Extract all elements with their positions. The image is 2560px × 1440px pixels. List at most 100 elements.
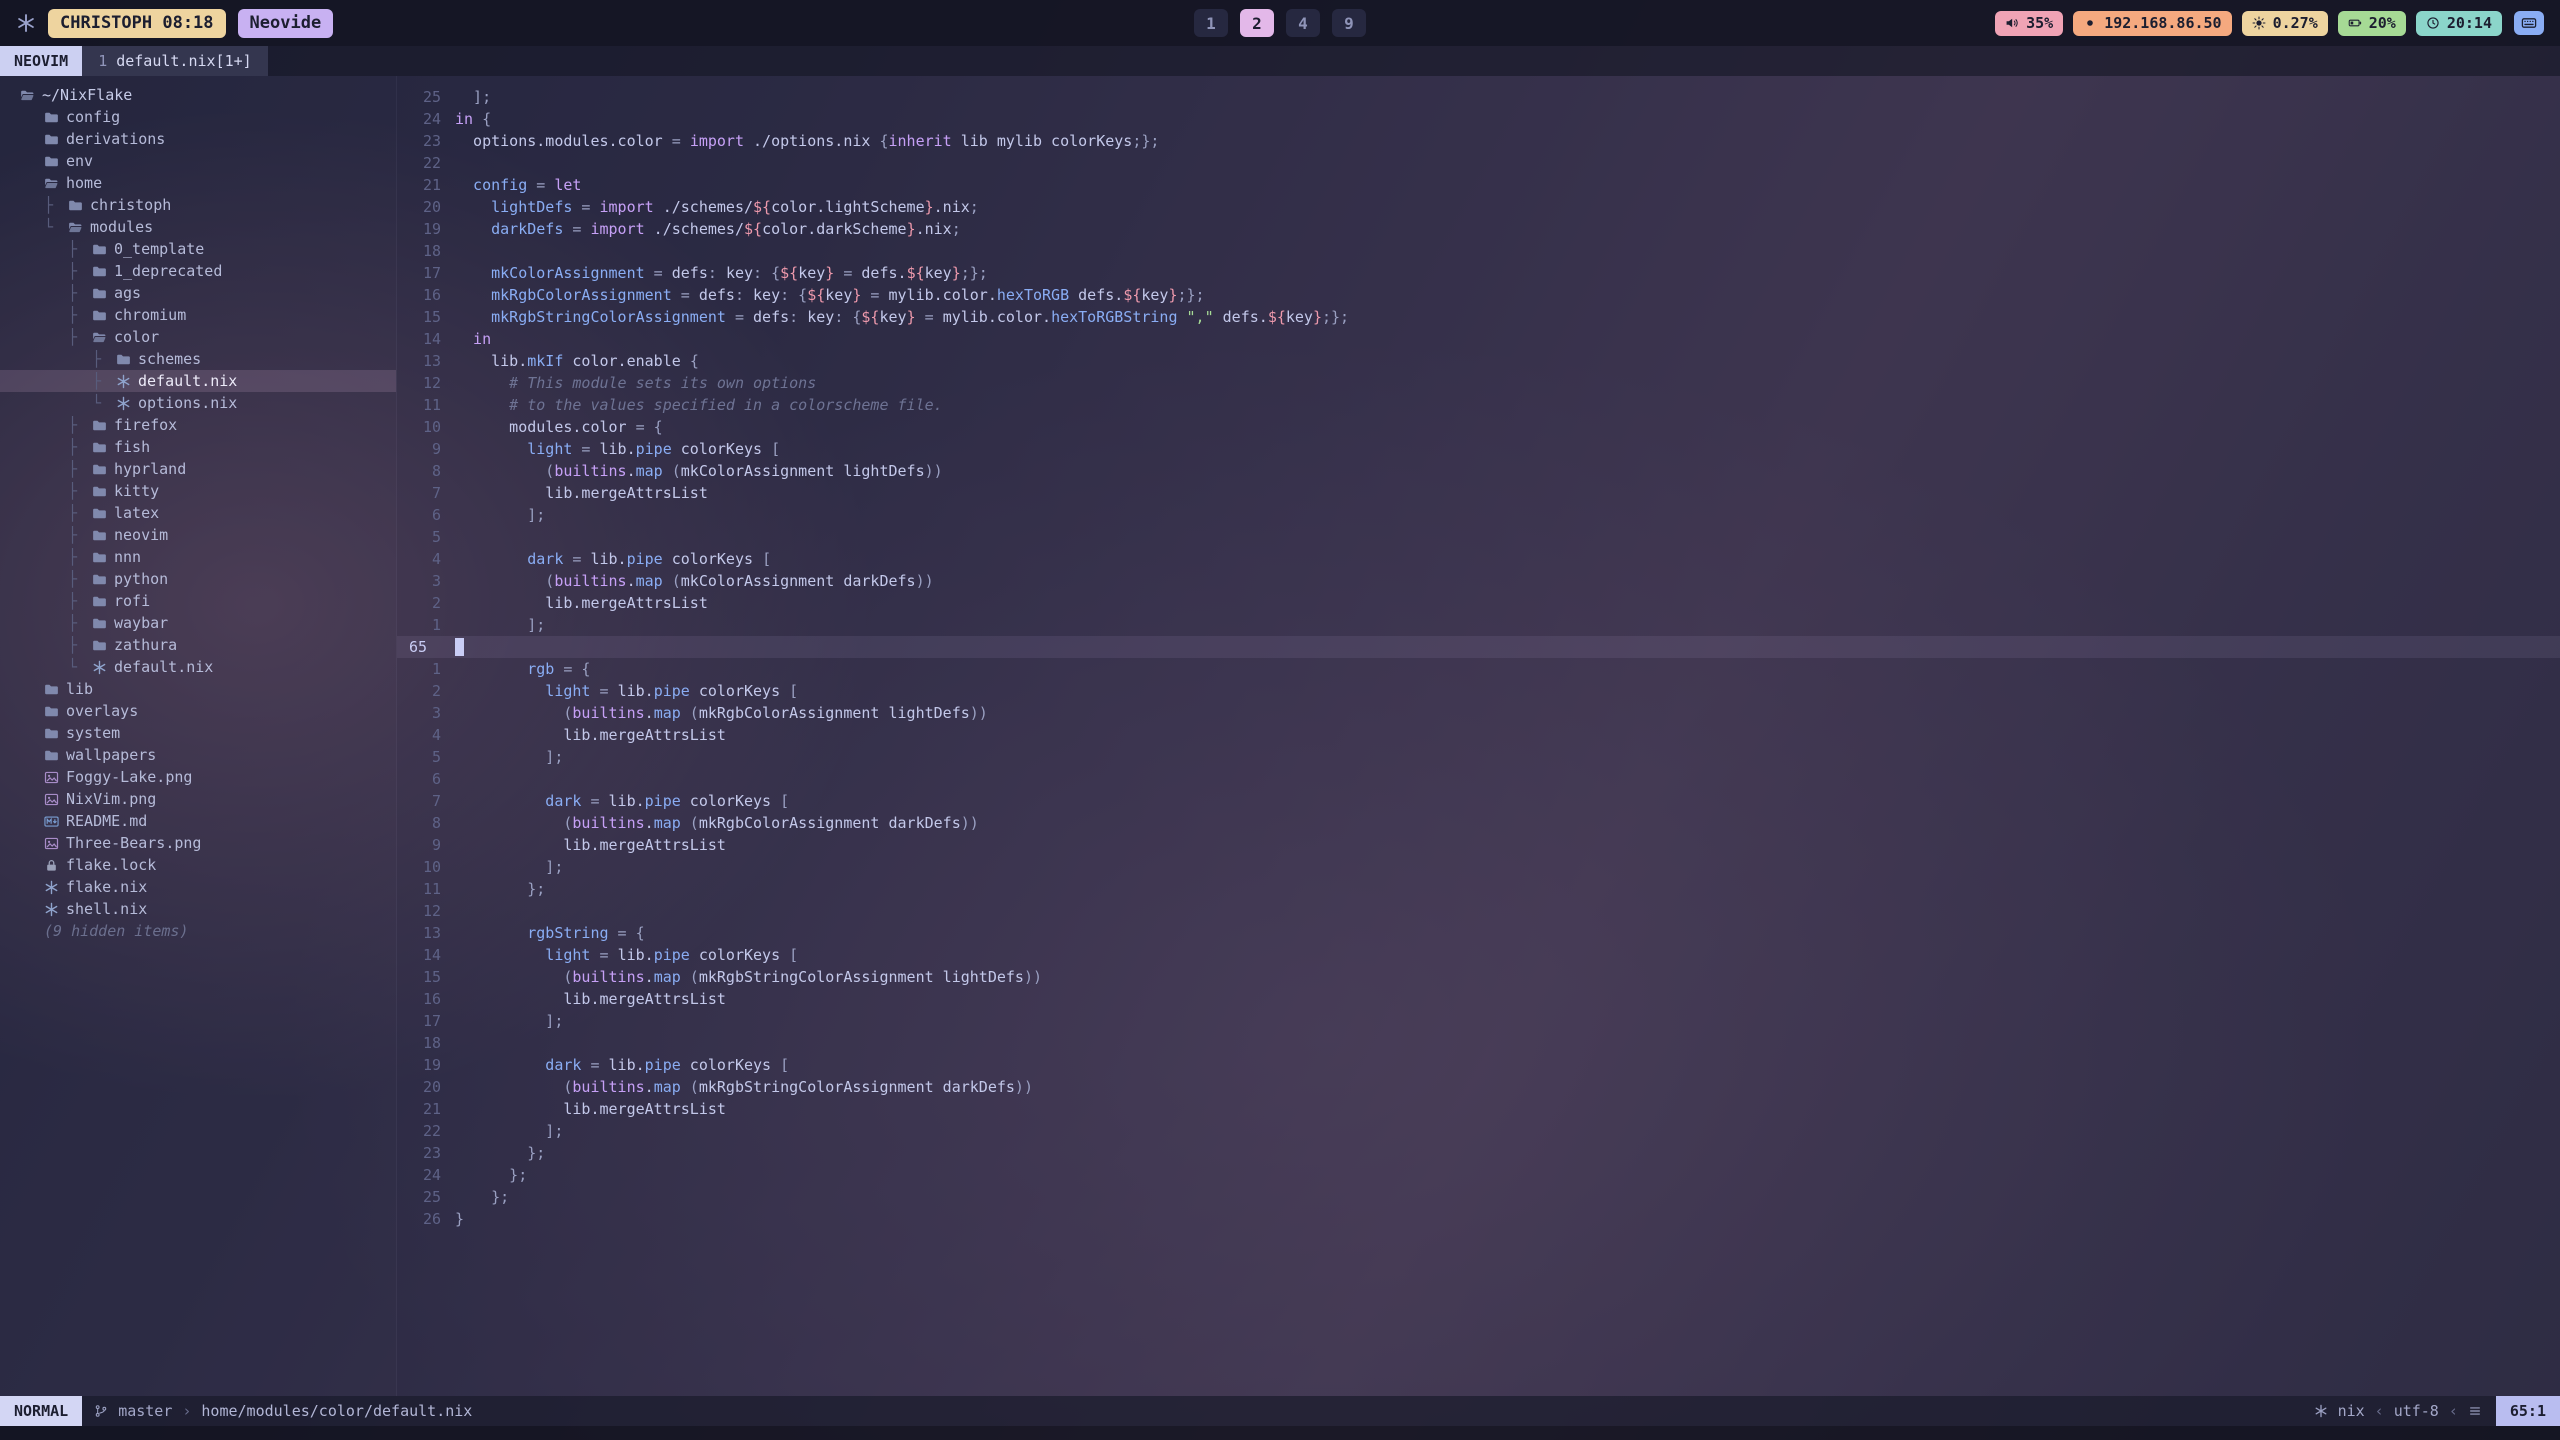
tree-item-config[interactable]: config bbox=[0, 106, 396, 128]
code-line[interactable]: 13 rgbString = { bbox=[397, 922, 2560, 944]
code-line[interactable]: 11 # to the values specified in a colors… bbox=[397, 394, 2560, 416]
code-line[interactable]: 2 light = lib.pipe colorKeys [ bbox=[397, 680, 2560, 702]
code-line[interactable]: 18 bbox=[397, 240, 2560, 262]
code-line[interactable]: 24in { bbox=[397, 108, 2560, 130]
code-line[interactable]: 25 ]; bbox=[397, 86, 2560, 108]
tree-item-0_template[interactable]: ├0_template bbox=[0, 238, 396, 260]
tree-item-chromium[interactable]: ├chromium bbox=[0, 304, 396, 326]
code-line[interactable]: 15 mkRgbStringColorAssignment = defs: ke… bbox=[397, 306, 2560, 328]
code-line[interactable]: 9 light = lib.pipe colorKeys [ bbox=[397, 438, 2560, 460]
status-badge-speaker[interactable]: 35% bbox=[1995, 11, 2063, 36]
tree-item-ags[interactable]: ├ags bbox=[0, 282, 396, 304]
tree-item-zathura[interactable]: ├zathura bbox=[0, 634, 396, 656]
tree-item-nixflake[interactable]: ~/NixFlake bbox=[0, 84, 396, 106]
tree-item-options.nix[interactable]: └options.nix bbox=[0, 392, 396, 414]
code-line[interactable]: 8 (builtins.map (mkRgbColorAssignment da… bbox=[397, 812, 2560, 834]
tree-item-lib[interactable]: lib bbox=[0, 678, 396, 700]
code-line[interactable]: 21 lib.mergeAttrsList bbox=[397, 1098, 2560, 1120]
code-line[interactable]: 18 bbox=[397, 1032, 2560, 1054]
status-badge-clock[interactable]: 20:14 bbox=[2416, 11, 2502, 36]
code-line[interactable]: 22 ]; bbox=[397, 1120, 2560, 1142]
workspace-button-9[interactable]: 9 bbox=[1332, 9, 1366, 37]
tree-item-1_deprecated[interactable]: ├1_deprecated bbox=[0, 260, 396, 282]
tree-item-fish[interactable]: ├fish bbox=[0, 436, 396, 458]
tree-item-wallpapers[interactable]: wallpapers bbox=[0, 744, 396, 766]
code-line[interactable]: 13 lib.mkIf color.enable { bbox=[397, 350, 2560, 372]
code-line[interactable]: 3 (builtins.map (mkRgbColorAssignment li… bbox=[397, 702, 2560, 724]
workspace-button-2[interactable]: 2 bbox=[1240, 9, 1274, 37]
code-line[interactable]: 12 # This module sets its own options bbox=[397, 372, 2560, 394]
code-line[interactable]: 17 mkColorAssignment = defs: key: {${key… bbox=[397, 262, 2560, 284]
workspace-button-1[interactable]: 1 bbox=[1194, 9, 1228, 37]
tree-item-python[interactable]: ├python bbox=[0, 568, 396, 590]
code-line[interactable]: 8 (builtins.map (mkColorAssignment light… bbox=[397, 460, 2560, 482]
code-line[interactable]: 3 (builtins.map (mkColorAssignment darkD… bbox=[397, 570, 2560, 592]
tree-item-overlays[interactable]: overlays bbox=[0, 700, 396, 722]
code-line[interactable]: 10 modules.color = { bbox=[397, 416, 2560, 438]
tree-item-color[interactable]: ├color bbox=[0, 326, 396, 348]
tree-item-three-bears.png[interactable]: Three-Bears.png bbox=[0, 832, 396, 854]
tree-item-nixvim.png[interactable]: NixVim.png bbox=[0, 788, 396, 810]
code-line[interactable]: 26} bbox=[397, 1208, 2560, 1230]
code-line[interactable]: 6 bbox=[397, 768, 2560, 790]
tree-item-rofi[interactable]: ├rofi bbox=[0, 590, 396, 612]
tree-item-derivations[interactable]: derivations bbox=[0, 128, 396, 150]
code-line[interactable]: 7 dark = lib.pipe colorKeys [ bbox=[397, 790, 2560, 812]
tree-item-env[interactable]: env bbox=[0, 150, 396, 172]
code-line-current[interactable]: 65 bbox=[397, 636, 2560, 658]
tree-item-hyprland[interactable]: ├hyprland bbox=[0, 458, 396, 480]
tree-item-waybar[interactable]: ├waybar bbox=[0, 612, 396, 634]
code-line[interactable]: 15 (builtins.map (mkRgbStringColorAssign… bbox=[397, 966, 2560, 988]
code-line[interactable]: 14 light = lib.pipe colorKeys [ bbox=[397, 944, 2560, 966]
tree-item-system[interactable]: system bbox=[0, 722, 396, 744]
code-line[interactable]: 5 ]; bbox=[397, 746, 2560, 768]
tree-item-modules[interactable]: └modules bbox=[0, 216, 396, 238]
code-line[interactable]: 19 darkDefs = import ./schemes/${color.d… bbox=[397, 218, 2560, 240]
code-line[interactable]: 14 in bbox=[397, 328, 2560, 350]
code-line[interactable]: 16 mkRgbColorAssignment = defs: key: {${… bbox=[397, 284, 2560, 306]
code-line[interactable]: 23 options.modules.color = import ./opti… bbox=[397, 130, 2560, 152]
tree-item-kitty[interactable]: ├kitty bbox=[0, 480, 396, 502]
tree-item-schemes[interactable]: ├schemes bbox=[0, 348, 396, 370]
tree-item-neovim[interactable]: ├neovim bbox=[0, 524, 396, 546]
code-line[interactable]: 24 }; bbox=[397, 1164, 2560, 1186]
code-line[interactable]: 22 bbox=[397, 152, 2560, 174]
code-line[interactable]: 10 ]; bbox=[397, 856, 2560, 878]
tab-default-nix[interactable]: 1 default.nix[1+] bbox=[82, 46, 268, 76]
code-line[interactable]: 23 }; bbox=[397, 1142, 2560, 1164]
tree-item-latex[interactable]: ├latex bbox=[0, 502, 396, 524]
code-line[interactable]: 4 dark = lib.pipe colorKeys [ bbox=[397, 548, 2560, 570]
code-line[interactable]: 4 lib.mergeAttrsList bbox=[397, 724, 2560, 746]
code-line[interactable]: 19 dark = lib.pipe colorKeys [ bbox=[397, 1054, 2560, 1076]
tree-item-nnn[interactable]: ├nnn bbox=[0, 546, 396, 568]
code-line[interactable]: 25 }; bbox=[397, 1186, 2560, 1208]
tree-item-default.nix[interactable]: └default.nix bbox=[0, 656, 396, 678]
code-line[interactable]: 2 lib.mergeAttrsList bbox=[397, 592, 2560, 614]
editor-buffer[interactable]: 25 ];24in {23 options.modules.color = im… bbox=[397, 76, 2560, 1396]
code-line[interactable]: 5 bbox=[397, 526, 2560, 548]
code-line[interactable]: 1 rgb = { bbox=[397, 658, 2560, 680]
code-line[interactable]: 20 lightDefs = import ./schemes/${color.… bbox=[397, 196, 2560, 218]
code-line[interactable]: 7 lib.mergeAttrsList bbox=[397, 482, 2560, 504]
code-line[interactable]: 16 lib.mergeAttrsList bbox=[397, 988, 2560, 1010]
tray-icon[interactable] bbox=[2514, 11, 2544, 35]
code-line[interactable]: 21 config = let bbox=[397, 174, 2560, 196]
tree-item-flake.nix[interactable]: flake.nix bbox=[0, 876, 396, 898]
tree-item-foggy-lake.png[interactable]: Foggy-Lake.png bbox=[0, 766, 396, 788]
tree-item-home[interactable]: home bbox=[0, 172, 396, 194]
status-badge-battery[interactable]: 20% bbox=[2338, 11, 2406, 36]
tree-item-9hiddenitems[interactable]: (9 hidden items) bbox=[0, 920, 396, 942]
tree-item-readme.md[interactable]: README.md bbox=[0, 810, 396, 832]
tree-item-shell.nix[interactable]: shell.nix bbox=[0, 898, 396, 920]
code-line[interactable]: 17 ]; bbox=[397, 1010, 2560, 1032]
workspace-button-4[interactable]: 4 bbox=[1286, 9, 1320, 37]
status-badge-sun[interactable]: 0.27% bbox=[2242, 11, 2328, 36]
code-line[interactable]: 6 ]; bbox=[397, 504, 2560, 526]
tree-item-default.nix[interactable]: ├default.nix bbox=[0, 370, 396, 392]
code-line[interactable]: 11 }; bbox=[397, 878, 2560, 900]
tree-item-flake.lock[interactable]: flake.lock bbox=[0, 854, 396, 876]
code-line[interactable]: 20 (builtins.map (mkRgbStringColorAssign… bbox=[397, 1076, 2560, 1098]
code-line[interactable]: 9 lib.mergeAttrsList bbox=[397, 834, 2560, 856]
tree-item-christoph[interactable]: ├christoph bbox=[0, 194, 396, 216]
code-line[interactable]: 12 bbox=[397, 900, 2560, 922]
